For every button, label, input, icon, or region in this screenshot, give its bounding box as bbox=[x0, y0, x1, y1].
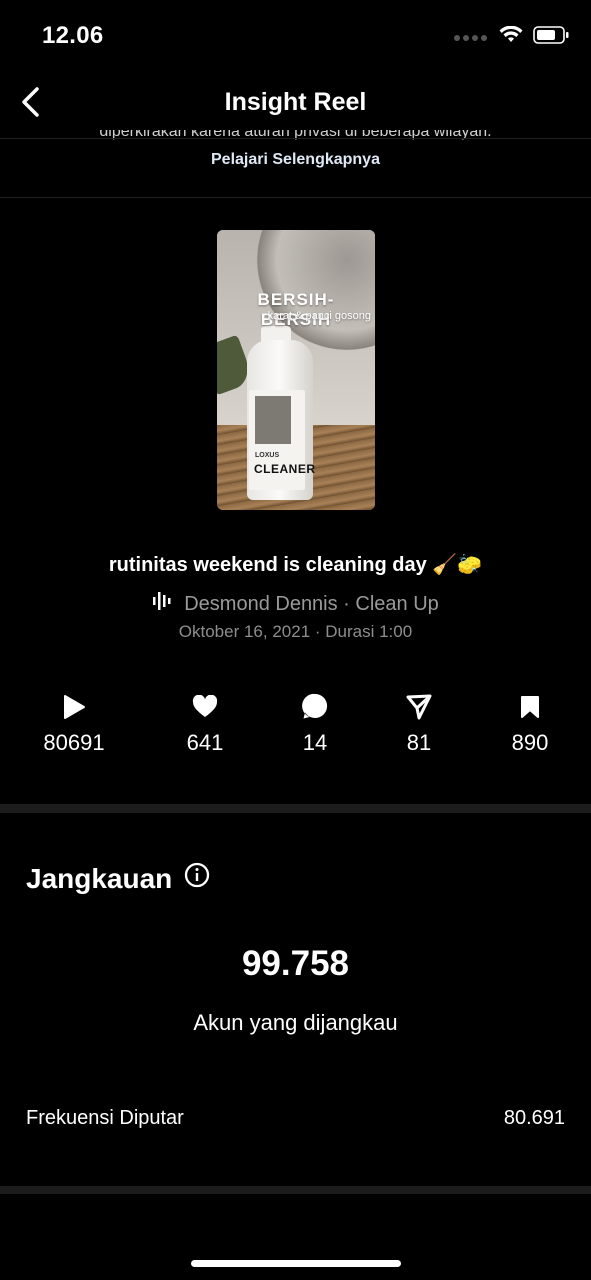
play-frequency-label: Frekuensi Diputar bbox=[26, 1107, 184, 1129]
stat-likes-value: 641 bbox=[186, 730, 224, 755]
stat-comments: 14 bbox=[265, 693, 365, 756]
thumbnail-brand-small: LOXUS bbox=[255, 452, 280, 459]
send-icon bbox=[406, 694, 432, 725]
heart-icon bbox=[192, 694, 218, 724]
stat-saves-value: 890 bbox=[511, 730, 549, 755]
reel-meta: Oktober 16, 2021 · Durasi 1:00 bbox=[178, 622, 413, 641]
home-indicator[interactable] bbox=[191, 1260, 401, 1267]
section-separator-bottom bbox=[0, 1186, 591, 1194]
status-icons bbox=[453, 25, 569, 49]
stat-plays: 80691 bbox=[24, 694, 124, 756]
battery-icon bbox=[533, 26, 569, 49]
status-time: 12.06 bbox=[42, 22, 104, 49]
reach-section-title: Jangkauan bbox=[26, 862, 210, 895]
header-divider bbox=[0, 138, 591, 139]
reel-audio-label: Desmond Dennis · Clean Up bbox=[184, 592, 439, 615]
reach-title-text: Jangkauan bbox=[26, 862, 173, 894]
reel-caption: rutinitas weekend is cleaning day 🧹🧽 bbox=[108, 554, 483, 576]
reach-label: Akun yang dijangkau bbox=[193, 1010, 398, 1035]
stat-saves: 890 bbox=[480, 694, 580, 756]
play-frequency-value: 80.691 bbox=[503, 1107, 565, 1129]
thumbnail-brand-big: CLEANER bbox=[254, 462, 316, 476]
stat-likes: 641 bbox=[155, 694, 255, 756]
stat-shares-value: 81 bbox=[406, 730, 432, 755]
section-separator bbox=[0, 804, 591, 813]
stat-shares: 81 bbox=[369, 694, 469, 756]
reach-value: 99.758 bbox=[241, 944, 350, 983]
reel-audio[interactable]: Desmond Dennis · Clean Up bbox=[0, 591, 591, 617]
stat-plays-value: 80691 bbox=[43, 730, 105, 755]
thumbnail-subtitle: karat & panci gosong bbox=[267, 310, 371, 322]
signal-icon bbox=[453, 29, 489, 47]
learn-more-link[interactable]: Pelajari Selengkapnya bbox=[0, 151, 591, 169]
info-icon[interactable] bbox=[184, 862, 210, 895]
reel-thumbnail[interactable]: LOXUS CLEANER BERSIH-BERSIH karat & panc… bbox=[217, 230, 375, 510]
privacy-notice: diperkirakan karena aturan privasi di be… bbox=[0, 130, 591, 142]
comment-icon bbox=[301, 693, 329, 725]
play-icon bbox=[62, 694, 86, 725]
page-title: Insight Reel bbox=[224, 88, 367, 116]
stat-comments-value: 14 bbox=[302, 730, 328, 755]
bookmark-icon bbox=[520, 695, 540, 724]
notice-divider bbox=[0, 197, 591, 198]
wifi-icon bbox=[499, 25, 523, 49]
audio-waveform-icon bbox=[152, 591, 174, 617]
